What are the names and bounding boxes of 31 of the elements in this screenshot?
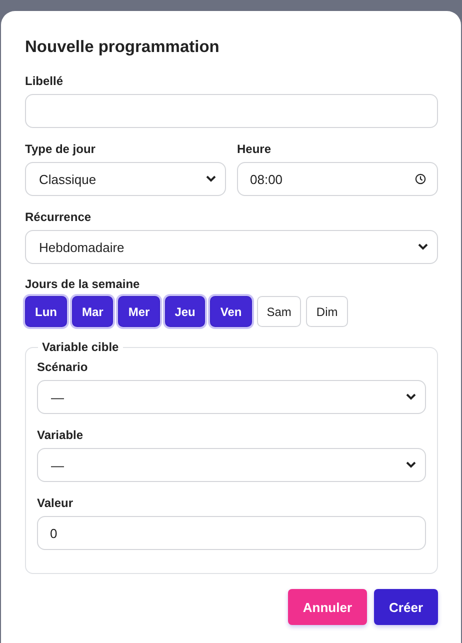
chevron-down-icon	[206, 176, 216, 182]
field-label: Scénario	[37, 360, 89, 374]
fieldset-legend: Variable cible	[38, 340, 123, 354]
select-field[interactable]: —	[37, 448, 426, 482]
cancel-button[interactable]: Annuler	[288, 589, 368, 625]
day-toggle[interactable]: Mar	[72, 296, 114, 327]
day-toggle[interactable]: Mer	[118, 296, 160, 327]
day-toggle[interactable]: Jeu	[164, 296, 206, 327]
field-label: Heure	[237, 142, 272, 156]
field-label: Libellé	[25, 74, 64, 88]
day-toggle[interactable]: Ven	[210, 296, 252, 327]
select-field[interactable]: —	[37, 380, 426, 414]
select-field[interactable]: Classique	[25, 162, 226, 196]
field-label: Valeur	[37, 496, 74, 510]
day-toggle[interactable]: Lun	[25, 296, 67, 327]
create-button[interactable]: Créer	[374, 589, 438, 625]
input-field[interactable]	[25, 94, 438, 128]
input-field[interactable]: 0	[37, 516, 426, 550]
chevron-down-icon	[418, 244, 428, 250]
field-label: Variable	[37, 428, 84, 442]
day-toggle[interactable]: Dim	[306, 296, 348, 327]
field-label: Récurrence	[25, 210, 92, 224]
field-label: Type de jour	[25, 142, 96, 156]
chevron-down-icon	[406, 394, 416, 400]
dialog-title: Nouvelle programmation	[25, 37, 220, 57]
clock-icon	[415, 174, 426, 184]
time-field[interactable]: 08:00	[237, 162, 438, 196]
select-field[interactable]: Hebdomadaire	[25, 230, 438, 264]
field-label: Jours de la semaine	[25, 277, 141, 291]
chevron-down-icon	[406, 462, 416, 468]
day-toggle[interactable]: Sam	[256, 296, 302, 327]
